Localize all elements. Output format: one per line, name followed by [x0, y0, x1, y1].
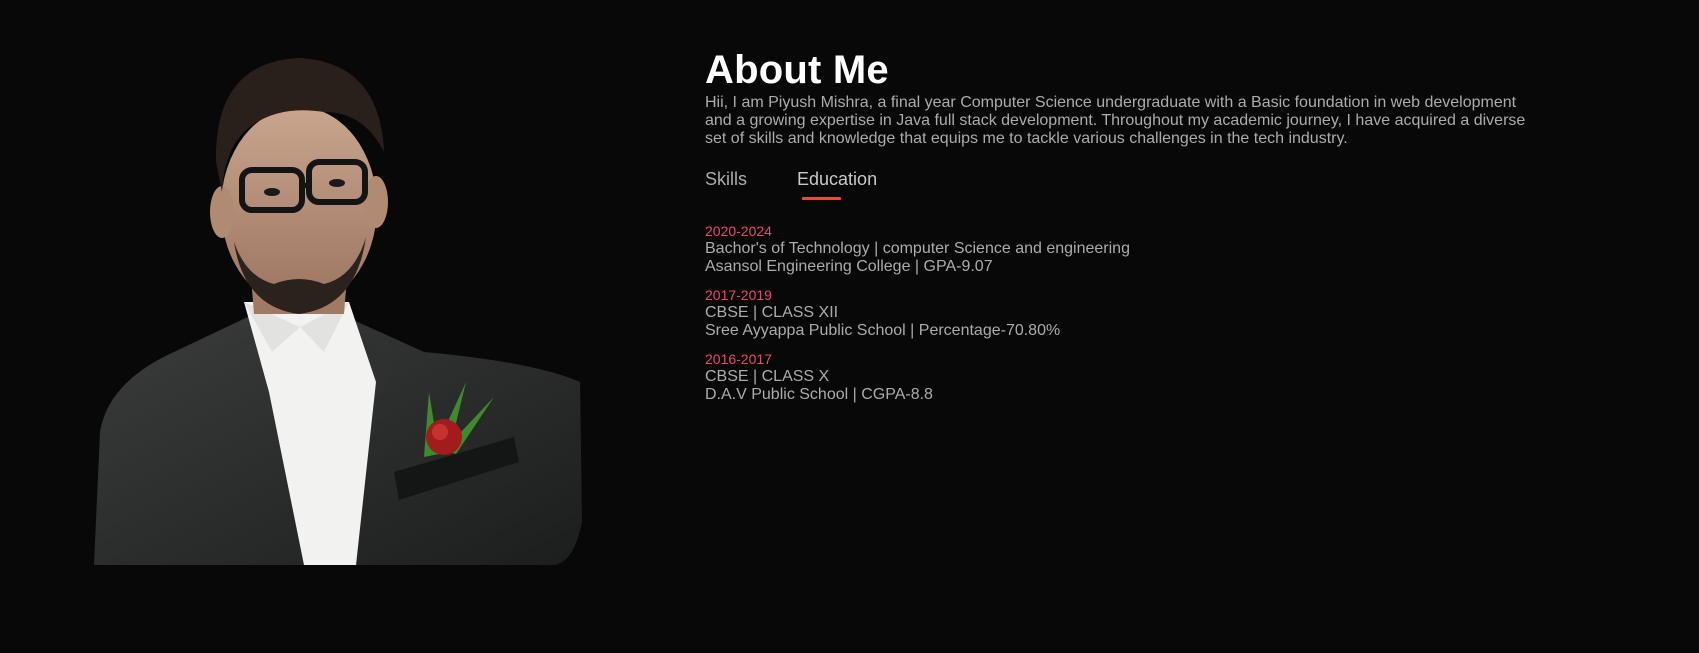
education-year: 2016-2017: [705, 351, 772, 367]
tab-skills-label: Skills: [705, 169, 748, 189]
intro-paragraph: Hii, I am Piyush Mishra, a final year Co…: [705, 94, 1526, 147]
tab-education-label: Education: [797, 169, 878, 189]
education-institution: Sree Ayyappa Public School | Percentage-…: [705, 322, 1061, 339]
profile-photo: [94, 52, 582, 565]
list-item: 2017-2019 CBSE | CLASS XII Sree Ayyappa …: [705, 286, 1545, 340]
page-title: About Me: [705, 48, 889, 92]
education-degree: CBSE | CLASS X: [705, 368, 830, 385]
about-content: About Me Hii, I am Piyush Mishra, a fina…: [705, 46, 1545, 414]
list-item: 2020-2024 Bachor's of Technology | compu…: [705, 222, 1545, 276]
list-item: 2016-2017 CBSE | CLASS X D.A.V Public Sc…: [705, 350, 1545, 404]
about-section: About Me Hii, I am Piyush Mishra, a fina…: [0, 0, 1699, 653]
education-institution: D.A.V Public School | CGPA-8.8: [705, 386, 933, 403]
active-tab-underline: [802, 197, 842, 200]
education-year: 2020-2024: [705, 223, 772, 239]
tab-education[interactable]: Education: [797, 168, 877, 208]
education-degree: CBSE | CLASS XII: [705, 304, 839, 321]
education-institution: Asansol Engineering College | GPA-9.07: [705, 258, 993, 275]
tab-skills[interactable]: Skills: [705, 168, 747, 208]
education-list: 2020-2024 Bachor's of Technology | compu…: [705, 222, 1545, 404]
about-tabs: Skills Education: [705, 168, 1545, 208]
education-degree: Bachor's of Technology | computer Scienc…: [705, 240, 1130, 257]
education-year: 2017-2019: [705, 287, 772, 303]
